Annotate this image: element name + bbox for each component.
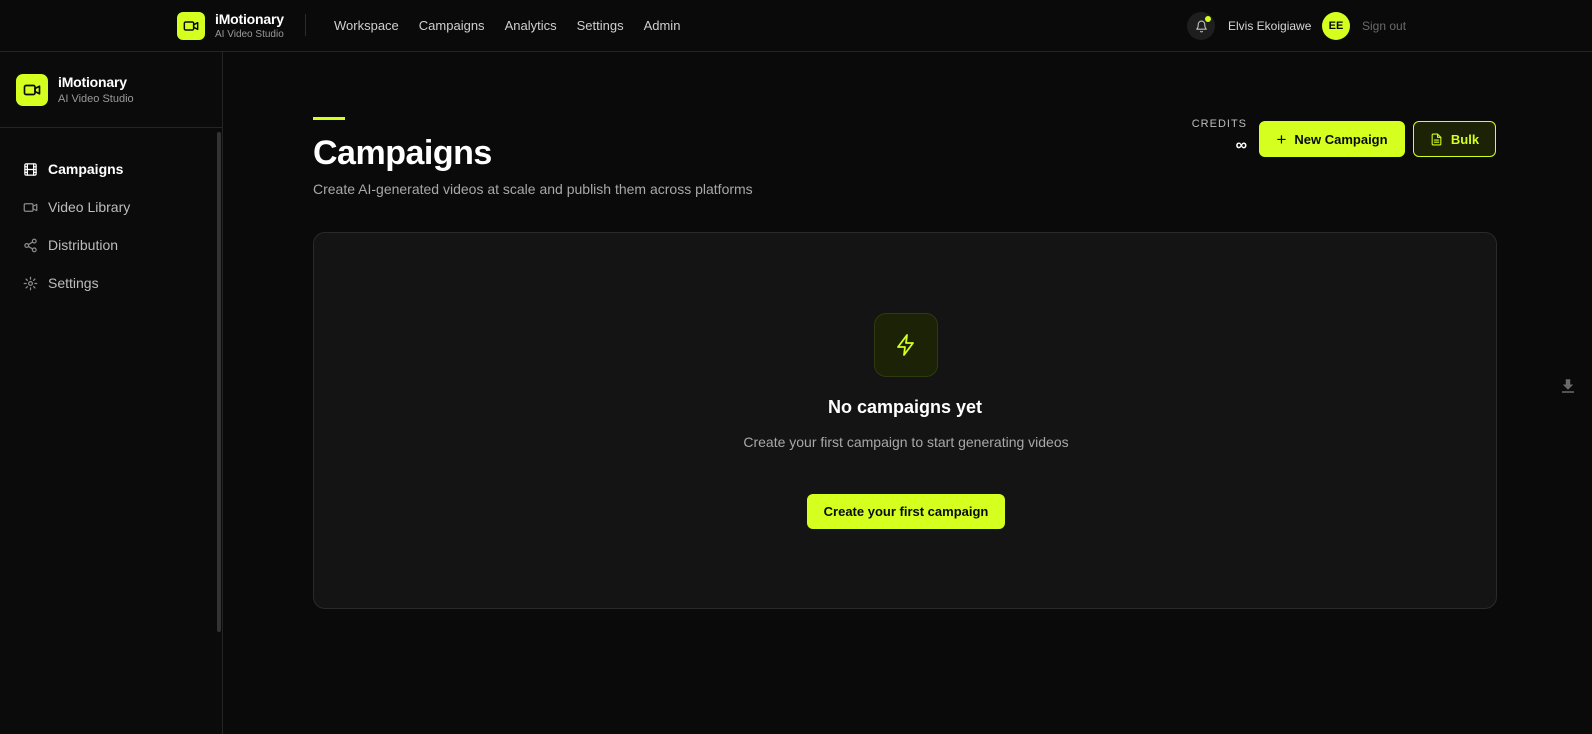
video-icon: [22, 199, 38, 215]
divider: [305, 14, 306, 36]
bulk-label: Bulk: [1450, 131, 1480, 147]
create-first-campaign-button[interactable]: Create your first campaign: [807, 494, 1005, 529]
sidebar-item-label: Settings: [48, 275, 99, 291]
app-name: iMotionary: [215, 11, 284, 27]
page-scrollbar[interactable]: [1585, 52, 1591, 734]
nav-link-analytics[interactable]: Analytics: [505, 18, 557, 33]
credits-value: ∞: [1235, 137, 1247, 154]
new-campaign-label: New Campaign: [1294, 131, 1388, 147]
sidebar: iMotionary AI Video Studio Campaigns Vid…: [0, 52, 223, 734]
new-campaign-button[interactable]: + New Campaign: [1259, 121, 1405, 157]
nav-link-admin[interactable]: Admin: [644, 18, 681, 33]
sidebar-scrollbar[interactable]: [217, 132, 221, 632]
video-camera-icon: [177, 12, 205, 40]
notification-dot: [1205, 16, 1211, 22]
document-icon: [1431, 133, 1442, 145]
film-icon: [22, 161, 38, 177]
top-navigation-bar: iMotionary AI Video Studio Workspace Cam…: [0, 0, 1592, 52]
nav-link-campaigns[interactable]: Campaigns: [419, 18, 485, 33]
sidebar-nav: Campaigns Video Library Distribution Set…: [22, 150, 202, 302]
sidebar-divider: [0, 127, 222, 128]
sidebar-item-video-library[interactable]: Video Library: [22, 188, 202, 226]
gear-icon: [22, 275, 38, 291]
plus-icon: +: [1276, 129, 1287, 149]
brand-logo[interactable]: iMotionary AI Video Studio: [177, 12, 284, 40]
share-icon: [22, 237, 38, 253]
avatar[interactable]: EE: [1322, 12, 1350, 40]
sidebar-item-campaigns[interactable]: Campaigns: [22, 150, 202, 188]
sidebar-item-settings[interactable]: Settings: [22, 264, 202, 302]
sign-out-link[interactable]: Sign out: [1362, 19, 1406, 33]
lightning-icon: [874, 313, 938, 377]
app-tagline: AI Video Studio: [215, 29, 284, 40]
sidebar-brand[interactable]: iMotionary AI Video Studio: [16, 74, 134, 106]
bulk-button[interactable]: Bulk: [1413, 121, 1496, 157]
user-name: Elvis Ekoigiawe: [1228, 19, 1312, 33]
sidebar-item-label: Campaigns: [48, 161, 124, 177]
title-accent-bar: [313, 117, 345, 120]
page-title: Campaigns: [313, 134, 492, 172]
video-camera-icon: [16, 74, 48, 106]
top-nav-links: Workspace Campaigns Analytics Settings A…: [334, 18, 680, 33]
sidebar-app-name: iMotionary: [58, 74, 127, 90]
empty-state-card: No campaigns yet Create your first campa…: [313, 232, 1497, 609]
empty-state-title: No campaigns yet: [827, 397, 983, 417]
download-icon[interactable]: [1559, 377, 1577, 395]
nav-link-settings[interactable]: Settings: [577, 18, 624, 33]
sidebar-item-distribution[interactable]: Distribution: [22, 226, 202, 264]
sidebar-item-label: Video Library: [48, 199, 131, 215]
notifications-button[interactable]: [1187, 12, 1215, 40]
empty-state-description: Create your first campaign to start gene…: [743, 434, 1069, 450]
sidebar-app-tagline: AI Video Studio: [58, 93, 134, 105]
page-subtitle: Create AI-generated videos at scale and …: [313, 181, 753, 197]
sidebar-item-label: Distribution: [48, 237, 119, 253]
credits-label: CREDITS: [1191, 118, 1247, 130]
nav-link-workspace[interactable]: Workspace: [334, 18, 399, 33]
